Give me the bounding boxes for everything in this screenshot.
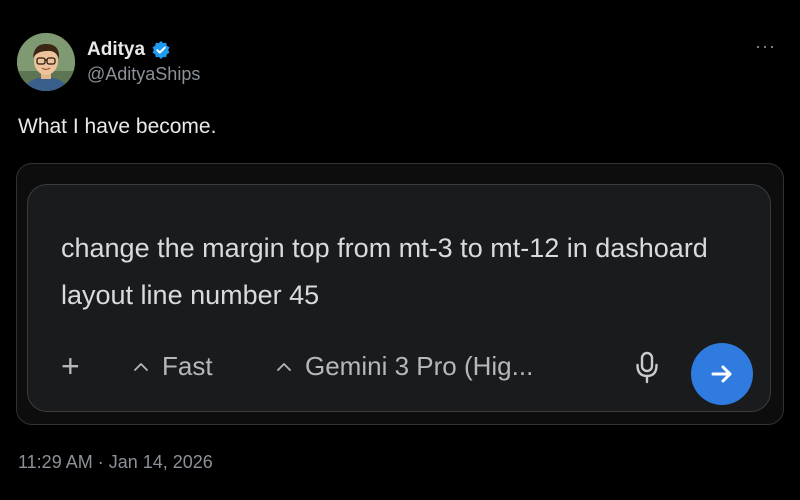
prompt-toolbar: + Fast Gemini 3 Pro (Hig...: [28, 343, 770, 405]
caret-up-icon: [134, 362, 148, 371]
avatar[interactable]: [17, 33, 75, 91]
tweet-media[interactable]: change the margin top from mt-3 to mt-12…: [16, 163, 784, 425]
author-names: Aditya @AdityaShips: [87, 39, 200, 85]
tweet: Aditya @AdityaShips ··· What I have beco…: [0, 0, 800, 500]
more-dots-icon[interactable]: ···: [755, 36, 776, 57]
prompt-input-box[interactable]: change the margin top from mt-3 to mt-12…: [27, 184, 771, 412]
prompt-text[interactable]: change the margin top from mt-3 to mt-12…: [61, 225, 751, 319]
tweet-text: What I have become.: [18, 115, 217, 138]
model-selector[interactable]: Gemini 3 Pro (Hig...: [275, 351, 533, 382]
caret-up-icon: [277, 362, 291, 371]
plus-icon[interactable]: +: [61, 349, 80, 383]
mode-label: Fast: [162, 351, 213, 381]
arrow-right-icon: [711, 365, 732, 383]
verified-badge-icon: [151, 40, 171, 60]
mode-selector[interactable]: Fast: [132, 351, 213, 382]
avatar-illustration: [17, 33, 75, 91]
author-handle[interactable]: @AdityaShips: [87, 64, 200, 85]
display-name[interactable]: Aditya: [87, 39, 145, 61]
tweet-timestamp[interactable]: 11:29 AM · Jan 14, 2026: [18, 452, 213, 473]
model-label: Gemini 3 Pro (Hig...: [305, 351, 534, 381]
tweet-header: Aditya @AdityaShips: [17, 33, 200, 91]
name-row: Aditya: [87, 39, 200, 61]
microphone-icon[interactable]: [634, 351, 660, 385]
send-button[interactable]: [691, 343, 753, 405]
